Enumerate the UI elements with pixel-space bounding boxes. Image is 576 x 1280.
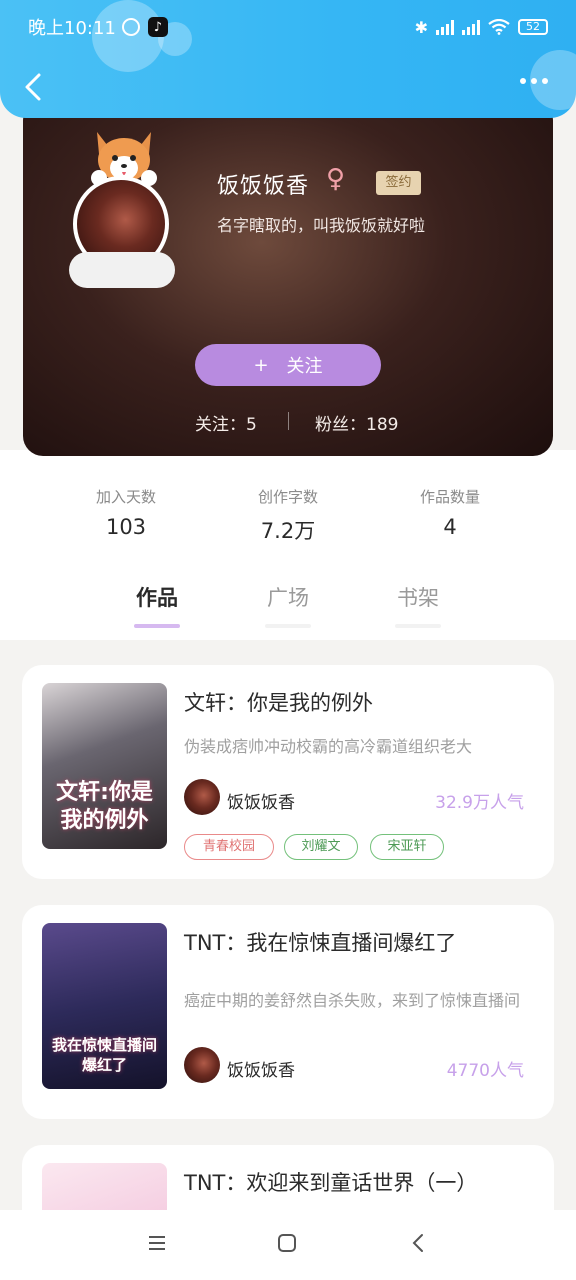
tab-indicator: [265, 624, 311, 628]
divider: [288, 412, 289, 430]
followers-count[interactable]: 粉丝：189: [315, 410, 398, 435]
more-options-icon[interactable]: [520, 78, 548, 84]
system-nav-bar: [0, 1210, 576, 1280]
author-avatar: [184, 779, 220, 815]
book-card[interactable]: 文轩:你是我的例外 文轩：你是我的例外 伪装成痞帅冲动校霸的高冷霸道组织老大 饭…: [22, 665, 554, 879]
back-icon[interactable]: [408, 1232, 430, 1254]
cover-title: 文轩:你是我的例外: [56, 780, 153, 833]
alarm-icon: [121, 18, 140, 36]
book-cover[interactable]: 我在惊悚直播间爆红了: [42, 923, 167, 1089]
menu-icon[interactable]: [146, 1232, 168, 1254]
tab-label: 作品: [136, 586, 178, 610]
following-count[interactable]: 关注：5: [195, 410, 257, 435]
book-description: 伪装成痞帅冲动校霸的高冷霸道组织老大: [184, 737, 473, 756]
tab-label: 书架: [397, 586, 439, 610]
avatar-frame: [69, 128, 179, 288]
cloud-decor: [69, 252, 175, 288]
female-icon: ♀: [326, 164, 346, 194]
tag[interactable]: 青春校园: [184, 834, 274, 860]
stat-works-count: 作品数量 4: [380, 486, 520, 539]
follow-button[interactable]: + 关注: [195, 344, 381, 386]
book-title[interactable]: TNT：欢迎来到童话世界（一）: [184, 1167, 477, 1197]
profile-name: 饭饭饭香: [217, 174, 310, 199]
book-cover[interactable]: 文轩:你是我的例外: [42, 683, 167, 849]
popularity: 32.9万人气: [435, 793, 524, 813]
bluetooth-icon: ✱: [414, 17, 428, 37]
home-icon[interactable]: [276, 1232, 298, 1254]
tag[interactable]: 刘耀文: [284, 834, 358, 860]
author-name: 饭饭饭香: [227, 793, 295, 813]
tiktok-icon: ♪: [147, 17, 168, 37]
author-name: 饭饭饭香: [227, 1061, 295, 1081]
book-card[interactable]: 我在惊悚直播间爆红了 TNT：我在惊悚直播间爆红了 癌症中期的姜舒然自杀失败，来…: [22, 905, 554, 1119]
back-arrow-icon[interactable]: [22, 72, 44, 102]
popularity: 4770人气: [446, 1061, 524, 1081]
stat-join-days: 加入天数 103: [56, 486, 196, 539]
stats-card: 加入天数 103 创作字数 7.2万 作品数量 4: [46, 450, 530, 566]
profile-bio: 名字瞎取的，叫我饭饭就好啦: [217, 216, 426, 235]
author-avatar: [184, 1047, 220, 1083]
battery-icon: 52: [518, 19, 548, 35]
cover-title: 我在惊悚直播间爆红了: [51, 1036, 157, 1074]
header-bar: 晚上10:11 ♪ ✱ 52: [0, 0, 576, 118]
status-bar: 晚上10:11 ♪ ✱ 52: [28, 12, 548, 42]
stat-label: 作品数量: [419, 488, 480, 506]
tab-label: 广场: [267, 586, 309, 610]
wifi-icon: [488, 19, 510, 35]
stat-label: 创作字数: [257, 488, 318, 506]
status-time: 晚上10:11: [28, 18, 116, 39]
profile-card: 饭饭饭香 ♀ 签约 名字瞎取的，叫我饭饭就好啦 + 关注 关注：5 粉丝：189: [23, 100, 553, 456]
signal-icon: [462, 19, 480, 35]
tag[interactable]: 宋亚轩: [370, 834, 444, 860]
tab-indicator: [395, 624, 441, 628]
tab-indicator: [134, 624, 180, 628]
tab-works[interactable]: 作品: [117, 582, 197, 628]
stat-value: 7.2万: [260, 519, 316, 543]
tab-square[interactable]: 广场: [248, 582, 328, 628]
follow-label: 关注: [286, 356, 323, 377]
book-title[interactable]: 文轩：你是我的例外: [184, 687, 373, 717]
stat-word-count: 创作字数 7.2万: [218, 486, 358, 545]
tab-bookshelf[interactable]: 书架: [378, 582, 458, 628]
stat-value: 4: [443, 515, 457, 539]
signal-icon: [436, 19, 454, 35]
stat-value: 103: [105, 515, 147, 539]
plus-icon: +: [253, 354, 269, 376]
book-title[interactable]: TNT：我在惊悚直播间爆红了: [184, 927, 456, 957]
signed-badge: 签约: [376, 171, 421, 195]
stat-label: 加入天数: [95, 488, 156, 506]
book-description: 癌症中期的姜舒然自杀失败，来到了惊悚直播间: [184, 991, 521, 1010]
